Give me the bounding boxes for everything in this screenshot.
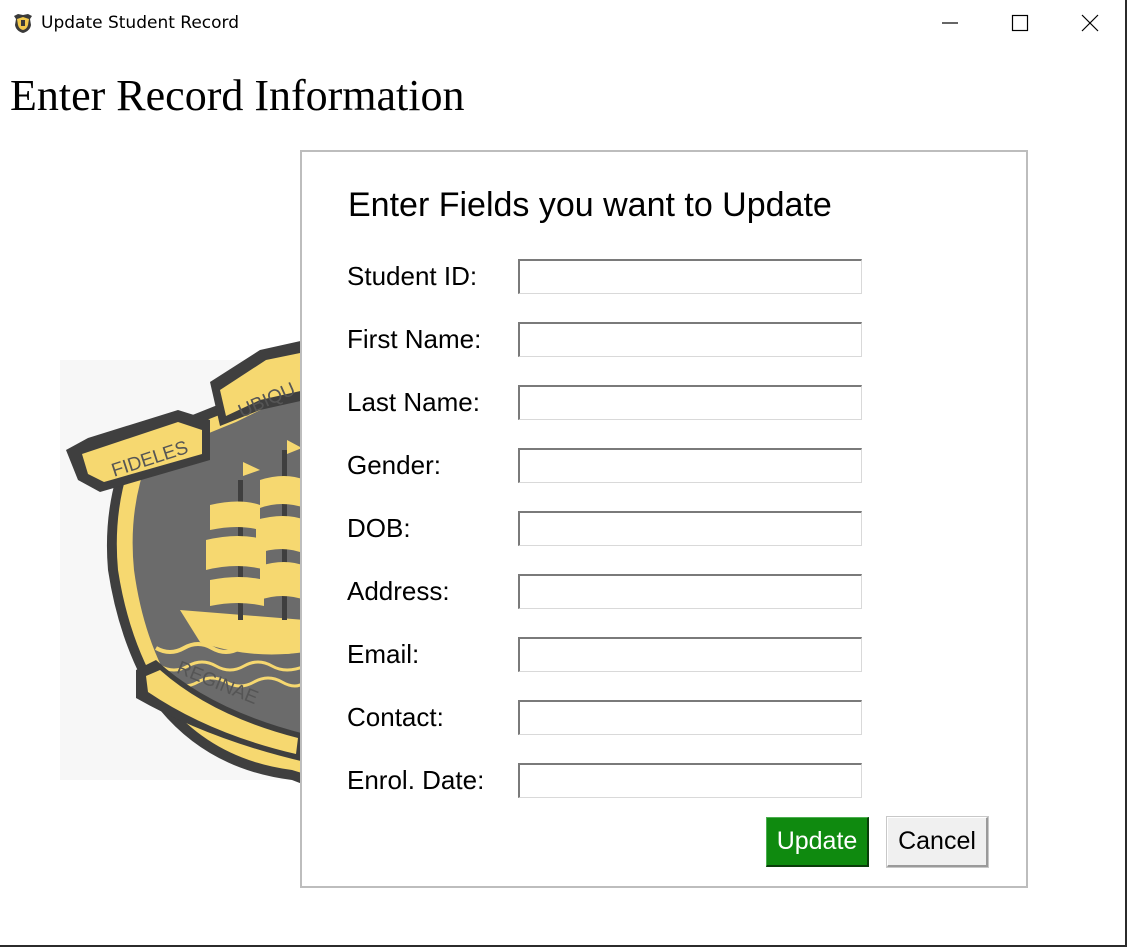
enrol-date-input[interactable] — [518, 763, 862, 798]
dob-input[interactable] — [518, 511, 862, 546]
close-button[interactable] — [1055, 0, 1125, 46]
field-row-first-name: First Name: — [302, 322, 1026, 358]
maximize-button[interactable] — [985, 0, 1055, 46]
title-bar: Update Student Record — [0, 0, 1125, 46]
last-name-label: Last Name: — [347, 387, 480, 417]
close-icon — [1081, 14, 1099, 32]
address-label: Address: — [347, 576, 450, 606]
enrol-date-label: Enrol. Date: — [347, 765, 485, 795]
student-id-label: Student ID: — [347, 261, 478, 291]
minimize-icon — [942, 22, 958, 24]
contact-label: Contact: — [347, 702, 444, 732]
window-title: Update Student Record — [41, 13, 240, 33]
maximize-icon — [1011, 14, 1029, 32]
address-input[interactable] — [518, 574, 862, 609]
field-row-dob: DOB: — [302, 511, 1026, 547]
field-row-gender: Gender: — [302, 448, 1026, 484]
school-crest-image: FIDELES UBIQU REGINAE — [60, 340, 305, 785]
student-id-input[interactable] — [518, 259, 862, 294]
email-label: Email: — [347, 639, 420, 669]
field-row-email: Email: — [302, 637, 1026, 673]
field-row-contact: Contact: — [302, 700, 1026, 736]
page-heading: Enter Record Information — [10, 71, 465, 120]
update-form-panel: Enter Fields you want to Update Student … — [300, 150, 1028, 888]
school-crest-icon — [11, 11, 35, 35]
first-name-label: First Name: — [347, 324, 482, 354]
gender-input[interactable] — [518, 448, 862, 483]
email-input[interactable] — [518, 637, 862, 672]
dob-label: DOB: — [347, 513, 411, 543]
field-row-last-name: Last Name: — [302, 385, 1026, 421]
contact-input[interactable] — [518, 700, 862, 735]
field-row-enrol-date: Enrol. Date: — [302, 763, 1026, 799]
minimize-button[interactable] — [915, 0, 985, 46]
last-name-input[interactable] — [518, 385, 862, 420]
update-button[interactable]: Update — [766, 817, 869, 867]
cancel-button[interactable]: Cancel — [886, 816, 989, 868]
app-window: Update Student Record Enter Record Infor… — [0, 0, 1127, 947]
form-title: Enter Fields you want to Update — [348, 186, 832, 224]
field-row-student-id: Student ID: — [302, 259, 1026, 295]
gender-label: Gender: — [347, 450, 441, 480]
field-row-address: Address: — [302, 574, 1026, 610]
first-name-input[interactable] — [518, 322, 862, 357]
